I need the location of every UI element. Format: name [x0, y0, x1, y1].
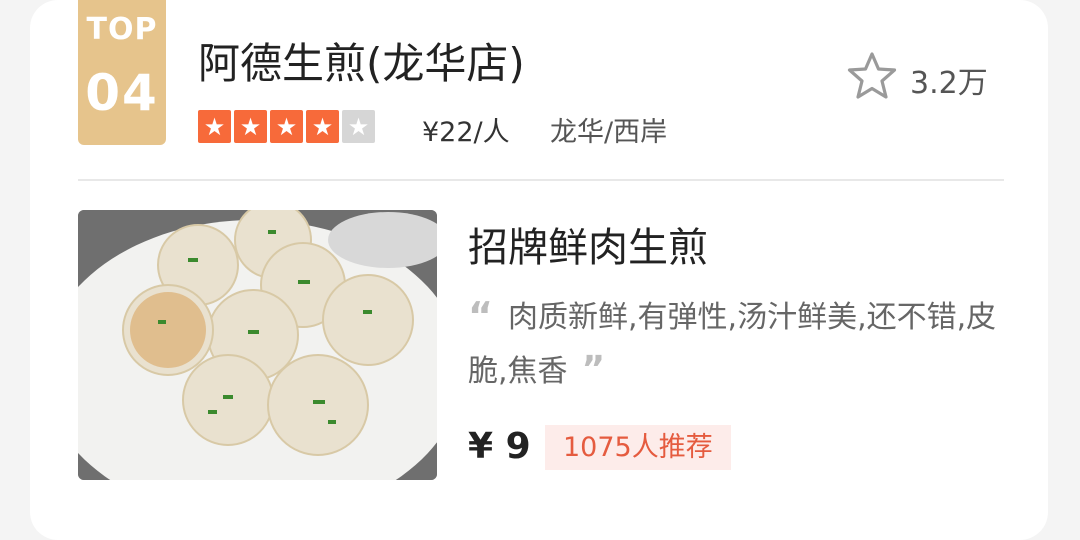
favorite-count: 3.2万 [910, 66, 988, 101]
star-icon: ★ [198, 110, 231, 143]
dish-review-text: 肉质新鲜,有弹性,汤汁鲜美,还不错,皮脆,焦香 [468, 300, 997, 389]
recommend-badge: 1075人推荐 [545, 425, 731, 470]
rank-badge: TOP 04 [78, 0, 166, 145]
star-outline-icon[interactable] [846, 50, 898, 102]
shop-area: 龙华/西岸 [550, 117, 668, 148]
dish-review: 肉质新鲜,有弹性,汤汁鲜美,还不错,皮脆,焦香” [468, 292, 1008, 398]
dish-photo[interactable] [78, 210, 437, 480]
star-icon: ★ [342, 110, 375, 143]
star-icon: ★ [306, 110, 339, 143]
rating-stars: ★ ★ ★ ★ ★ [198, 110, 375, 143]
divider [78, 179, 1004, 181]
price-per-person: ¥22/人 [422, 117, 510, 148]
shop-name[interactable]: 阿德生煎(龙华店) [198, 30, 525, 91]
quote-close-icon: ” [581, 349, 606, 390]
star-icon: ★ [270, 110, 303, 143]
star-icon: ★ [234, 110, 267, 143]
dish-name[interactable]: 招牌鲜肉生煎 [468, 215, 708, 273]
dish-price: ¥ 9 [468, 426, 531, 467]
rank-number: 04 [85, 64, 159, 122]
rank-top-label: TOP [86, 12, 158, 47]
dish-photo-image [78, 210, 437, 480]
